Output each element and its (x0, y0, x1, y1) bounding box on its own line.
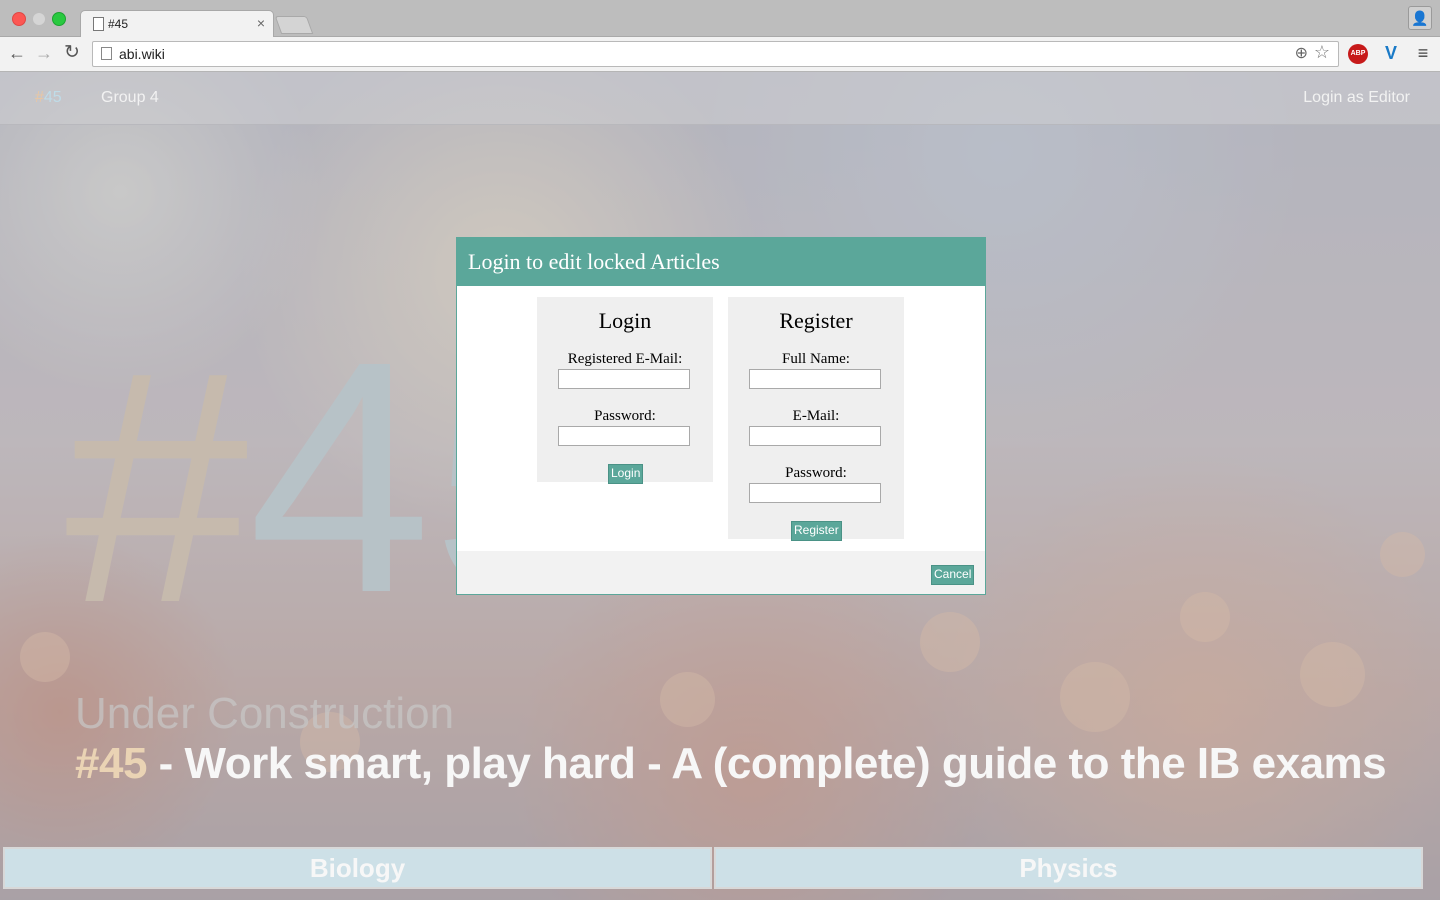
login-heading: Login (598, 308, 652, 333)
modal-header: Login to edit locked Articles (457, 238, 985, 286)
register-email-field[interactable] (749, 426, 881, 446)
modal-footer: Cancel (457, 551, 985, 594)
zoom-icon[interactable]: ⊕ (1295, 43, 1308, 63)
title-text: - Work smart, play hard - A (complete) g… (146, 739, 1387, 788)
extension-v-icon[interactable]: V (1380, 42, 1402, 64)
tab-title: #45 (108, 17, 129, 31)
brand-hash: # (35, 89, 44, 106)
new-tab-button[interactable] (274, 16, 314, 34)
register-password-label: Password: (785, 465, 847, 481)
login-email-field[interactable] (558, 369, 690, 389)
address-bar[interactable]: abi.wiki ⊕ ☆ (92, 41, 1339, 67)
register-name-field[interactable] (749, 369, 881, 389)
page-title: #45 - Work smart, play hard - A (complet… (75, 739, 1387, 789)
url-text[interactable]: abi.wiki (119, 46, 165, 62)
site-brand-link[interactable]: #45 (35, 89, 62, 107)
tab-close-icon[interactable]: × (257, 15, 265, 31)
subject-bar: Biology Physics (0, 847, 1440, 889)
forward-arrow-icon[interactable]: → (33, 42, 55, 64)
brand-number: 45 (43, 89, 62, 106)
nav-group-link[interactable]: Group 4 (101, 89, 159, 107)
login-email-label: Registered E-Mail: (567, 351, 683, 367)
status-text: Under Construction (75, 689, 455, 738)
site-navbar: #45 Group 4 Login as Editor (0, 72, 1440, 125)
window-maximize-button[interactable] (52, 12, 66, 26)
subject-tab-physics[interactable]: Physics (714, 847, 1423, 889)
browser-menu-icon[interactable]: ≡ (1413, 42, 1433, 64)
register-heading: Register (779, 308, 853, 333)
browser-tab-bar: #45 × 👤 (0, 0, 1440, 37)
login-panel: Login Registered E-Mail: Password: Login (537, 297, 713, 484)
register-name-label: Full Name: (782, 351, 850, 367)
cancel-button[interactable]: Cancel (931, 565, 975, 585)
login-password-field[interactable] (558, 426, 690, 446)
login-password-label: Password: (594, 408, 656, 424)
login-modal: Login to edit locked Articles Login Regi… (456, 237, 986, 595)
modal-title: Login to edit locked Articles (468, 249, 720, 274)
title-number: #45 (75, 739, 147, 788)
window-close-button[interactable] (12, 12, 26, 26)
login-button[interactable]: Login (608, 464, 644, 484)
register-password-field[interactable] (749, 483, 881, 503)
adblock-icon[interactable]: ABP (1348, 44, 1368, 64)
profile-icon[interactable]: 👤 (1408, 6, 1432, 30)
subject-tab-biology[interactable]: Biology (3, 847, 712, 889)
browser-toolbar: ← → ↻ abi.wiki ⊕ ☆ ABP V ≡ (0, 37, 1440, 72)
login-as-editor-link[interactable]: Login as Editor (1303, 89, 1410, 107)
register-email-label: E-Mail: (792, 408, 840, 424)
browser-tab[interactable]: #45 × (80, 10, 274, 37)
window-minimize-button[interactable] (32, 12, 46, 26)
register-panel: Register Full Name: E-Mail: Password: Re… (728, 297, 904, 541)
back-arrow-icon[interactable]: ← (6, 42, 28, 64)
reload-icon[interactable]: ↻ (61, 42, 83, 64)
page-icon (101, 47, 112, 60)
register-button[interactable]: Register (791, 521, 842, 541)
page-icon (93, 17, 104, 31)
bookmark-star-icon[interactable]: ☆ (1314, 42, 1330, 63)
